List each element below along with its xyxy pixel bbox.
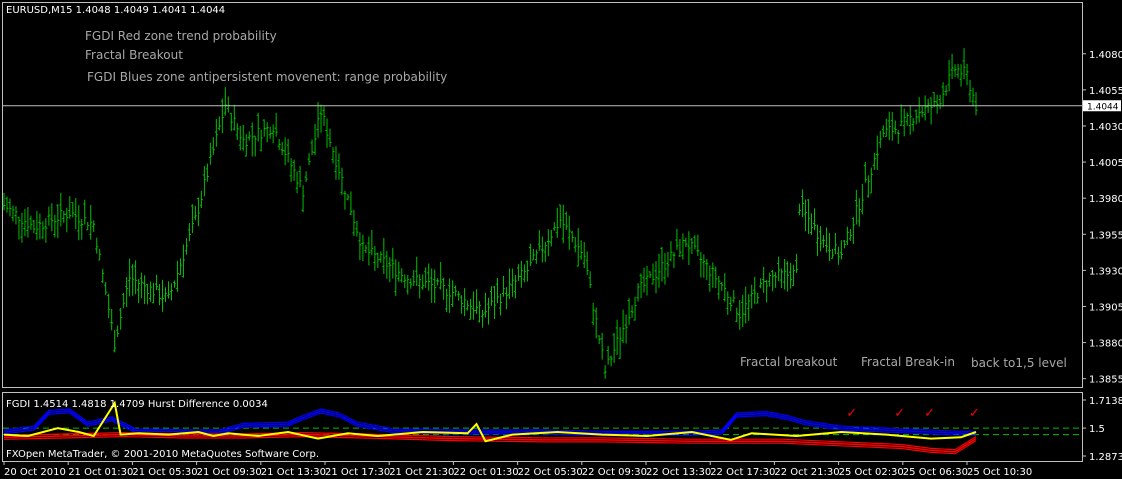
annotation-blue-zone: FGDI Blues zone antipersistent movenent:… xyxy=(87,70,447,84)
time-axis-label: 22 Oct 21:30 xyxy=(774,467,839,478)
check-mark-icon: ✓ xyxy=(846,406,857,421)
time-axis-label: 21 Oct 05:30 xyxy=(132,467,197,478)
copyright-text: FXOpen MetaTrader, © 2001-2010 MetaQuote… xyxy=(6,449,319,460)
time-axis-label: 22 Oct 09:30 xyxy=(582,467,647,478)
price-axis-label: 1.3855 xyxy=(1089,375,1122,386)
price-axis-label: 1.3955 xyxy=(1089,230,1122,241)
price-axis-label: 1.3880 xyxy=(1089,339,1122,350)
price-axis-label: 1.3930 xyxy=(1089,266,1122,277)
price-axis-label: 1.4055 xyxy=(1089,86,1122,97)
annotation-fractal-break-in: Fractal Break-in xyxy=(861,355,955,369)
annotation-fractal-breakout: Fractal breakout xyxy=(740,355,838,369)
annotation-fractal-breakout-top: Fractal Breakout xyxy=(85,48,183,62)
indicator-axis-label: 1.2873 xyxy=(1089,452,1122,463)
time-axis-label: 25 Oct 06:30 xyxy=(903,467,968,478)
price-axis-label: 1.3980 xyxy=(1089,194,1122,205)
time-axis-label: 21 Oct 01:30 xyxy=(68,467,133,478)
current-price-label: 1.4044 xyxy=(1087,102,1119,112)
check-mark-icon: ✓ xyxy=(894,406,905,421)
annotation-red-zone: FGDI Red zone trend probability xyxy=(85,29,277,43)
check-mark-icon: ✓ xyxy=(969,406,980,421)
time-axis-label: 21 Oct 13:30 xyxy=(261,467,326,478)
time-axis-label: 22 Oct 17:30 xyxy=(710,467,775,478)
time-axis-label: 25 Oct 02:30 xyxy=(839,467,904,478)
symbol-header: EURUSD,M15 1.4048 1.4049 1.4041 1.4044 xyxy=(6,5,225,16)
price-axis-label: 1.4030 xyxy=(1089,122,1122,133)
check-mark-icon: ✓ xyxy=(924,406,935,421)
indicator-axis-label: 1.7138 xyxy=(1089,396,1122,407)
time-axis-label: 25 Oct 10:30 xyxy=(967,467,1032,478)
chart-canvas: 1.4080 1.4055 1.4030 1.4005 1.3980 1.3955 1.39… xyxy=(0,0,1122,479)
price-axis-label: 1.4080 xyxy=(1089,50,1122,61)
time-axis-label: 22 Oct 13:30 xyxy=(646,467,711,478)
time-axis-label: 21 Oct 21:30 xyxy=(389,467,454,478)
time-axis-label: 21 Oct 17:30 xyxy=(325,467,390,478)
time-axis-label: 21 Oct 09:30 xyxy=(197,467,262,478)
price-axis-label: 1.3905 xyxy=(1089,302,1122,313)
price-axis-label: 1.4005 xyxy=(1089,158,1122,169)
time-axis-label: 22 Oct 01:30 xyxy=(453,467,518,478)
time-axis-label: 20 Oct 2010 xyxy=(4,467,66,478)
indicator-axis-label: 1.5 xyxy=(1089,424,1105,435)
indicator-header: FGDI 1.4514 1.4818 1.4709 Hurst Differen… xyxy=(6,399,268,410)
annotation-back-to-level: back to1,5 level xyxy=(971,356,1067,370)
time-axis-label: 22 Oct 05:30 xyxy=(518,467,583,478)
